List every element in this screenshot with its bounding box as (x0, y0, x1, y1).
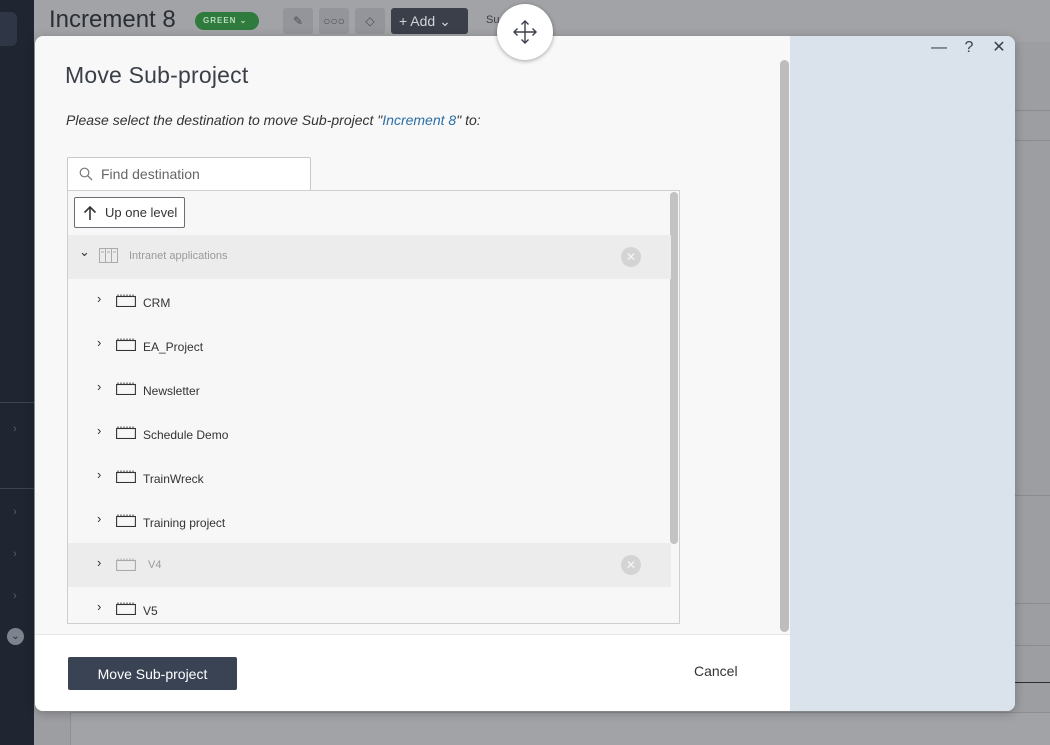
clear-icon[interactable]: ✕ (621, 555, 641, 575)
search-icon (79, 167, 93, 181)
tree-item[interactable]: › Newsletter (68, 367, 671, 411)
edit-icon: ✎ (283, 8, 313, 34)
project-folder-icon (116, 558, 136, 571)
cancel-button[interactable]: Cancel (694, 663, 738, 679)
add-button: + Add ⌄ (391, 8, 468, 34)
search-input[interactable] (101, 166, 301, 182)
project-folder-icon (116, 382, 136, 395)
move-icon (513, 20, 537, 44)
chevron-right-icon[interactable]: › (97, 336, 109, 349)
chevron-down-icon[interactable]: ⌄ (79, 245, 91, 258)
project-folder-icon (116, 514, 136, 527)
project-folder-icon (116, 426, 136, 439)
minimize-icon[interactable]: — (931, 38, 947, 58)
window-controls: — ? ✕ (931, 38, 1007, 58)
tree-item-label: V4 (148, 559, 162, 571)
tree-item[interactable]: › V5 (68, 587, 671, 623)
tree-item-label: V5 (143, 604, 158, 618)
more-icon: ○○○ (319, 8, 349, 34)
rail-chevron-icon: › (13, 423, 17, 435)
tree-item-label: CRM (143, 296, 171, 310)
up-one-level-label: Up one level (105, 205, 178, 220)
close-icon[interactable]: ✕ (991, 38, 1007, 58)
tree-item[interactable]: › Training project (68, 499, 671, 543)
move-subproject-button[interactable]: Move Sub-project (68, 657, 237, 690)
search-field (67, 157, 311, 190)
project-folder-icon (116, 602, 136, 615)
tree-root-label: Intranet applications (129, 250, 228, 262)
left-rail: › › › › ⌄ (0, 0, 34, 745)
tree-item[interactable]: › TrainWreck (68, 455, 671, 499)
tree-scrollbar[interactable] (670, 192, 678, 544)
rail-tab (0, 12, 17, 46)
dialog-description: Please select the destination to move Su… (66, 112, 481, 128)
tree-item-label: Schedule Demo (143, 428, 229, 442)
move-subproject-dialog: — ? ✕ Move Sub-project Please select the… (35, 36, 1015, 711)
rail-expand-icon: ⌄ (7, 628, 24, 645)
rail-chevron-icon: › (13, 548, 17, 560)
status-badge: GREEN ⌄ (195, 12, 259, 30)
rail-divider (0, 488, 34, 489)
rail-chevron-icon: › (13, 590, 17, 602)
tree-item-label: TrainWreck (143, 472, 204, 486)
chevron-right-icon[interactable]: › (97, 380, 109, 393)
project-folder-icon (116, 338, 136, 351)
rail-divider (0, 402, 34, 403)
tree-item-label: Training project (143, 516, 226, 530)
tree-item-label: EA_Project (143, 340, 204, 354)
chevron-right-icon[interactable]: › (97, 292, 109, 305)
tree-item-label: Newsletter (143, 384, 200, 398)
dialog-footer: Move Sub-project Cancel (35, 634, 790, 711)
dialog-title: Move Sub-project (65, 62, 249, 88)
chevron-right-icon[interactable]: › (97, 600, 109, 613)
tree-root-row[interactable]: ⌄ Intranet applications ✕ (68, 235, 671, 279)
dialog-side-panel: — ? ✕ (790, 36, 1015, 711)
move-handle[interactable] (497, 4, 553, 60)
help-icon[interactable]: ? (961, 38, 977, 58)
background-card (70, 712, 1050, 745)
tree-item[interactable]: › EA_Project (68, 323, 671, 367)
arrow-up-icon (83, 205, 97, 220)
library-icon (99, 248, 118, 263)
chevron-right-icon[interactable]: › (97, 424, 109, 437)
dialog-scrollbar[interactable] (780, 60, 789, 632)
project-folder-icon (116, 294, 136, 307)
description-prefix: Please select the destination to move Su… (66, 112, 383, 128)
chevron-right-icon[interactable]: › (97, 512, 109, 525)
clear-icon[interactable]: ✕ (621, 247, 641, 267)
subproject-link[interactable]: Increment 8 (382, 112, 456, 128)
rail-chevron-icon: › (13, 506, 17, 518)
tree-item[interactable]: › Schedule Demo (68, 411, 671, 455)
chevron-right-icon[interactable]: › (97, 556, 109, 569)
tree-item-disabled[interactable]: › V4 ✕ (68, 543, 671, 587)
tag-icon: ◇ (355, 8, 385, 34)
background-title: Increment 8 (49, 6, 176, 33)
chevron-right-icon[interactable]: › (97, 468, 109, 481)
description-suffix: " to: (456, 112, 481, 128)
tree-item[interactable]: › CRM (68, 279, 671, 323)
up-one-level-button[interactable]: Up one level (74, 197, 185, 228)
destination-tree: Up one level ⌄ Intranet applications ✕ ›… (67, 190, 680, 624)
project-folder-icon (116, 470, 136, 483)
